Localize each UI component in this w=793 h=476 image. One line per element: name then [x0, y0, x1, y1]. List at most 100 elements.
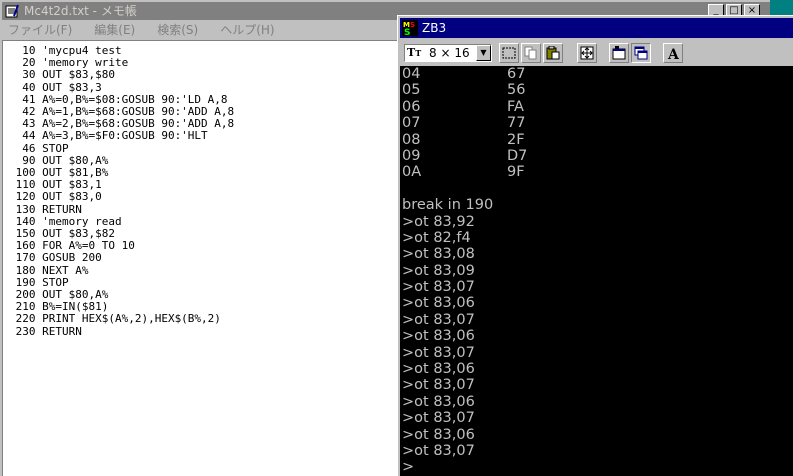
source-line: 30 OUT $83,$80: [9, 68, 115, 82]
console-line-text: break in 190: [402, 197, 494, 214]
truetype-icon: TT: [407, 46, 422, 59]
console-line: >ot 83,07: [400, 443, 793, 459]
paste-button[interactable]: [543, 43, 563, 63]
dump-row: 06 FA: [400, 99, 793, 115]
dump-value: 77: [507, 115, 526, 132]
dump-value: D7: [507, 147, 528, 164]
font-size-select[interactable]: TT 8 × 16 ▼: [404, 44, 492, 62]
console-line: break in 190: [400, 197, 793, 213]
console-line: >ot 83,06: [400, 361, 793, 377]
console-line: >ot 83,07: [400, 410, 793, 426]
console-line: >ot 83,07: [400, 279, 793, 295]
console-line: >ot 83,09: [400, 263, 793, 279]
svg-text:S: S: [410, 21, 415, 29]
background-icon: [634, 46, 648, 60]
dump-row: 05 56: [400, 82, 793, 98]
console-line: >ot 83,06: [400, 394, 793, 410]
dump-value: 67: [507, 66, 526, 82]
background-button[interactable]: [631, 43, 651, 63]
svg-text:S: S: [404, 28, 410, 36]
dump-value: 56: [507, 82, 526, 99]
console-line-text: >ot 83,07: [402, 377, 475, 394]
dump-row: 07 77: [400, 115, 793, 131]
notepad-icon: [5, 4, 19, 18]
dump-value: 2F: [507, 131, 525, 148]
dump-address: 04: [402, 66, 421, 82]
console-line: >ot 82,f4: [400, 230, 793, 246]
console-line: >ot 83,06: [400, 328, 793, 344]
zb3-title-bar[interactable]: M S S ZB3: [400, 18, 793, 38]
dump-address: 07: [402, 115, 421, 132]
dump-row: 09 D7: [400, 148, 793, 164]
console-line-text: >ot 83,07: [402, 279, 475, 296]
copy-icon: [524, 46, 537, 60]
chevron-down-icon[interactable]: ▼: [476, 45, 491, 61]
console-line-text: >: [402, 459, 415, 476]
font-button[interactable]: A: [663, 43, 683, 63]
copy-button[interactable]: [521, 43, 541, 63]
ms-dos-icon: M S S: [402, 20, 418, 36]
font-icon: A: [667, 47, 680, 60]
console-line-text: >ot 83,09: [402, 262, 475, 279]
console-line-text: >ot 83,06: [402, 393, 475, 410]
font-size-value: 8 × 16: [429, 46, 470, 60]
mark-button[interactable]: [499, 43, 519, 63]
console-line-text: >ot 83,07: [402, 442, 475, 459]
dump-address: 09: [402, 147, 421, 164]
fullscreen-icon: [580, 46, 594, 60]
zb3-window[interactable]: M S S ZB3 TT 8 × 16 ▼ A 04 67 05 56 06 F…: [397, 15, 793, 476]
console-line-text: >ot 83,07: [402, 311, 475, 328]
source-line: 46 STOP: [9, 141, 69, 155]
mark-icon: [502, 47, 516, 59]
console-line: >: [400, 459, 793, 475]
console-line-text: >ot 83,92: [402, 213, 475, 230]
console-line: >ot 83,07: [400, 312, 793, 328]
notepad-content: 10 'mycpu4 test 20 'memory write 30 OUT …: [9, 44, 399, 338]
zb3-title: ZB3: [422, 21, 447, 35]
console-line-text: >ot 83,07: [402, 410, 475, 427]
svg-text:A: A: [667, 47, 680, 60]
console-line: >ot 83,06: [400, 295, 793, 311]
dump-row: 04 67: [400, 66, 793, 82]
console-line-text: >ot 83,06: [402, 426, 475, 443]
dump-address: 0A: [402, 164, 422, 181]
source-line: 220 PRINT HEX$(A%,2),HEX$(B%,2): [9, 312, 221, 326]
source-line: 40 OUT $83,3: [9, 80, 102, 94]
dump-address: 08: [402, 131, 421, 148]
dump-value: FA: [507, 98, 524, 115]
console-line: >ot 83,92: [400, 214, 793, 230]
source-line: 230 RETURN: [9, 324, 82, 338]
console-line: >ot 83,07: [400, 345, 793, 361]
dump-address: 06: [402, 98, 421, 115]
dump-value: 9F: [507, 164, 525, 181]
source-line: 120 OUT $83,0: [9, 190, 102, 204]
source-line: 130 RETURN: [9, 202, 82, 216]
console-line-text: >ot 83,06: [402, 295, 475, 312]
menu-edit[interactable]: 編集(E): [88, 20, 141, 40]
zb3-toolbar: TT 8 × 16 ▼ A: [400, 40, 793, 66]
console-line-text: >ot 83,06: [402, 361, 475, 378]
properties-button[interactable]: [609, 43, 629, 63]
dump-address: 05: [402, 82, 421, 99]
notepad-text-area[interactable]: 10 'mycpu4 test 20 'memory write 30 OUT …: [2, 40, 399, 476]
console-line: >ot 83,08: [400, 246, 793, 262]
dump-row: 0A 9F: [400, 164, 793, 180]
source-line: 170 GOSUB 200: [9, 251, 102, 265]
notepad-title: Mc4t2d.txt - メモ帳: [24, 4, 137, 18]
console-line: >ot 83,06: [400, 427, 793, 443]
console-output[interactable]: 04 67 05 56 06 FA 07 77 08 2F 09 D7 0A 9F break in 190…: [400, 66, 793, 476]
console-line: >ot 83,07: [400, 377, 793, 393]
source-line: 44 A%=3,B%=$F0:GOSUB 90:'HLT: [9, 129, 208, 143]
console-line-text: >ot 83,06: [402, 328, 475, 345]
menu-help[interactable]: ヘルプ(H): [214, 20, 280, 40]
console-line-text: >ot 83,08: [402, 246, 475, 263]
console-line-text: >ot 83,07: [402, 344, 475, 361]
dump-row: 08 2F: [400, 132, 793, 148]
properties-icon: [612, 46, 626, 60]
menu-file[interactable]: ファイル(F): [2, 20, 78, 40]
paste-icon: [546, 46, 560, 60]
fullscreen-button[interactable]: [577, 43, 597, 63]
console-line-text: >ot 82,f4: [402, 229, 471, 246]
menu-search[interactable]: 検索(S): [151, 20, 204, 40]
